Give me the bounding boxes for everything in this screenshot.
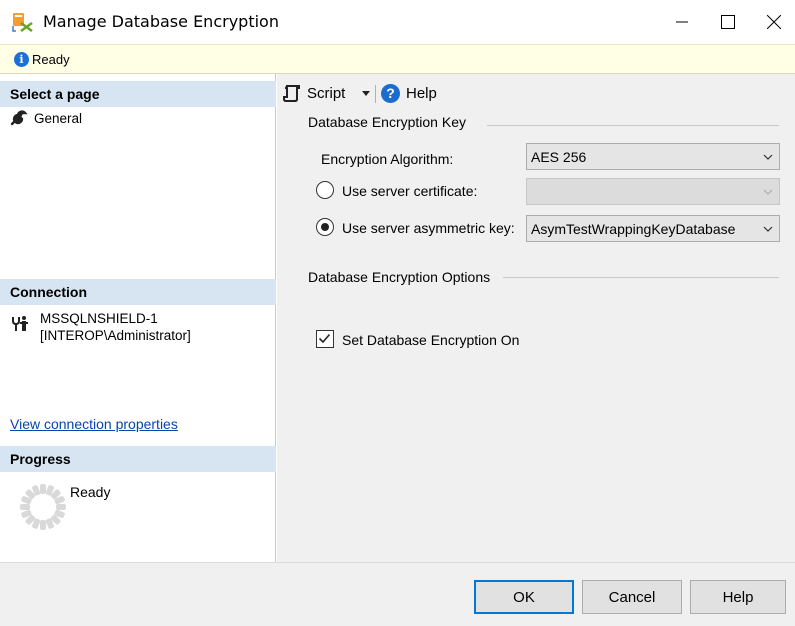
encryption-algorithm-label: Encryption Algorithm: — [321, 151, 454, 167]
progress-header: Progress — [0, 446, 276, 472]
server-asymmetric-key-radio[interactable] — [316, 218, 334, 236]
left-panel: Select a page General Connection MSSQLNS… — [0, 74, 276, 562]
select-page-header: Select a page — [0, 81, 276, 107]
script-dropdown-button[interactable] — [359, 82, 373, 104]
progress-status: Ready — [70, 484, 111, 500]
encryption-on-label: Set Database Encryption On — [342, 332, 520, 348]
caret-down-icon — [362, 90, 370, 96]
server-asymmetric-key-select[interactable]: AsymTestWrappingKeyDatabase — [526, 215, 780, 242]
encryption-algorithm-value: AES 256 — [531, 149, 587, 165]
server-certificate-radio[interactable] — [316, 181, 334, 199]
status-text: Ready — [32, 52, 70, 67]
minimize-button[interactable] — [659, 0, 705, 44]
dialog-footer: OK Cancel Help — [0, 562, 795, 626]
database-encryption-icon — [12, 13, 33, 33]
encryption-options-group-label: Database Encryption Options — [308, 269, 497, 285]
server-certificate-label: Use server certificate: — [342, 183, 478, 199]
toolbar-separator — [375, 85, 376, 103]
server-asymmetric-key-label: Use server asymmetric key: — [342, 220, 515, 236]
connection-header: Connection — [0, 279, 276, 305]
close-icon — [767, 15, 781, 29]
script-button[interactable]: Script — [283, 82, 345, 104]
encryption-algorithm-select[interactable]: AES 256 — [526, 143, 780, 170]
ok-button[interactable]: OK — [474, 580, 574, 614]
chevron-down-icon — [763, 226, 773, 232]
view-connection-properties-link[interactable]: View connection properties — [10, 416, 178, 432]
server-certificate-select — [526, 178, 780, 205]
connection-icon — [12, 316, 28, 331]
help-toolbar-button[interactable]: ? Help — [381, 82, 437, 104]
connection-server: MSSQLNSHIELD-1 — [40, 311, 158, 326]
info-icon: i — [14, 52, 29, 67]
maximize-icon — [721, 15, 735, 29]
main-panel: Script ? Help Database Encryption Key En… — [277, 74, 795, 562]
encryption-on-checkbox[interactable] — [316, 330, 334, 348]
status-bar: i Ready — [0, 44, 795, 74]
connection-info: MSSQLNSHIELD-1 [INTEROP\Administrator] — [40, 310, 191, 344]
chevron-down-icon — [763, 154, 773, 160]
checkmark-icon — [318, 333, 331, 344]
connection-user: [INTEROP\Administrator] — [40, 328, 191, 343]
encryption-key-group-label: Database Encryption Key — [308, 114, 472, 130]
help-label: Help — [406, 84, 437, 102]
progress-spinner-icon — [20, 484, 66, 530]
page-item-general[interactable]: General — [10, 107, 82, 129]
maximize-button[interactable] — [705, 0, 751, 44]
minimize-icon — [676, 21, 688, 23]
group-divider — [487, 125, 779, 126]
wrench-icon — [10, 110, 28, 126]
server-asymmetric-key-value: AsymTestWrappingKeyDatabase — [531, 221, 736, 237]
cancel-button[interactable]: Cancel — [582, 580, 682, 614]
close-button[interactable] — [751, 0, 795, 44]
group-divider — [503, 277, 779, 278]
window-title: Manage Database Encryption — [43, 12, 279, 31]
page-item-label: General — [34, 110, 83, 126]
script-label: Script — [307, 84, 346, 102]
help-button[interactable]: Help — [690, 580, 786, 614]
chevron-down-icon — [763, 189, 773, 195]
help-icon: ? — [381, 83, 400, 103]
toolbar: Script ? Help — [277, 74, 795, 108]
title-bar: Manage Database Encryption — [0, 0, 795, 44]
script-icon — [283, 85, 300, 102]
